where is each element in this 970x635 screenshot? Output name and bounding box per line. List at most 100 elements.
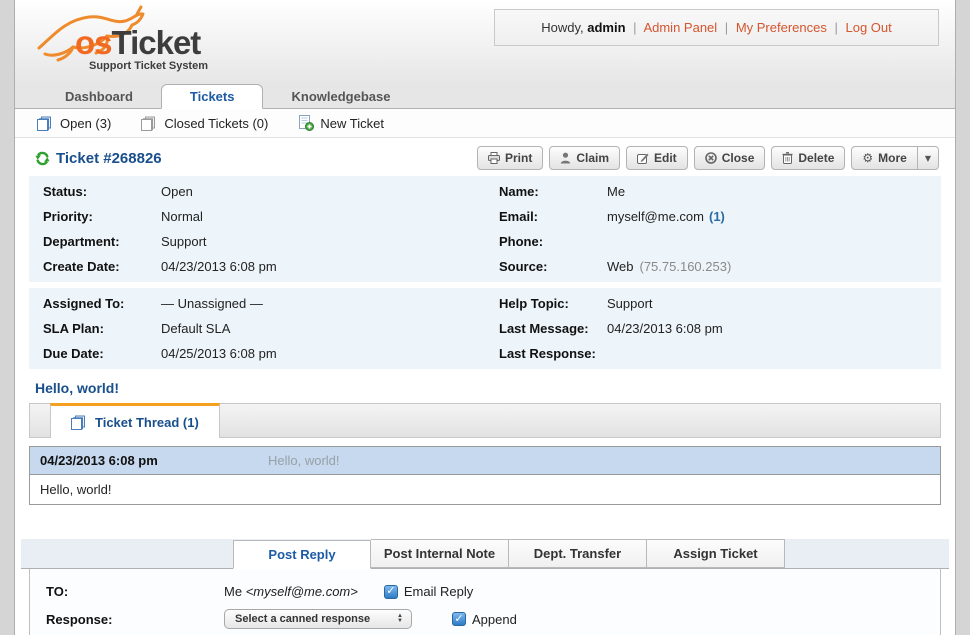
thread-pages-icon (71, 415, 85, 430)
chevron-down-icon: ▼ (924, 153, 931, 163)
admin-panel-link[interactable]: Admin Panel (643, 20, 717, 35)
status-row: Status: Open (29, 179, 485, 204)
message-title: Hello, world! (268, 453, 340, 468)
sla-plan-label: SLA Plan: (43, 321, 104, 336)
last-message-value: 04/23/2013 6:08 pm (607, 321, 723, 336)
append-option: ✓ Append (452, 612, 517, 627)
open-tickets-link[interactable]: Open (3) (37, 116, 111, 131)
gear-icon: ⚙ (862, 151, 874, 165)
reply-tab-bar: Post Reply Post Internal Note Dept. Tran… (21, 539, 949, 569)
tab-dept-transfer[interactable]: Dept. Transfer (509, 539, 647, 568)
due-date-value: 04/25/2013 6:08 pm (161, 346, 277, 361)
sla-plan-value: Default SLA (161, 321, 231, 336)
thread-message: 04/23/2013 6:08 pm Hello, world! Hello, … (29, 446, 941, 505)
canned-response-value: Select a canned response (235, 613, 371, 625)
print-button[interactable]: Print (476, 146, 544, 170)
source-ip: (75.75.160.253) (639, 259, 732, 274)
claim-label: Claim (576, 151, 610, 165)
username: admin (587, 20, 626, 35)
trash-icon (782, 152, 793, 164)
help-topic-label: Help Topic: (499, 296, 569, 311)
ticket-actions: Print Claim Edit Close Delete ⚙ More ▼ (476, 146, 939, 170)
priority-label: Priority: (43, 209, 93, 224)
to-label: TO: (46, 584, 69, 599)
to-row: TO: Me <myself@me.com> ✓ Email Reply (30, 579, 940, 604)
greeting-text: Howdy, (541, 20, 584, 35)
to-email: <myself@me.com> (245, 584, 358, 599)
source-label: Source: (499, 259, 548, 274)
header: osTicket Support Ticket System Howdy, ad… (15, 0, 955, 84)
tab-dashboard[interactable]: Dashboard (37, 85, 161, 108)
separator: | (834, 20, 838, 35)
append-checkbox[interactable]: ✓ (452, 612, 466, 626)
close-ticket-icon (704, 152, 717, 164)
to-name: Me (224, 584, 243, 599)
more-button-group: ⚙ More ▼ (851, 146, 939, 170)
tab-post-internal-note[interactable]: Post Internal Note (371, 539, 509, 568)
message-header: 04/23/2013 6:08 pm Hello, world! (30, 447, 940, 475)
tab-assign-ticket[interactable]: Assign Ticket (647, 539, 785, 568)
logo-subtitle: Support Ticket System (89, 60, 208, 72)
ticket-subject: Hello, world! (35, 380, 119, 396)
edit-button[interactable]: Edit (626, 146, 688, 170)
log-out-link[interactable]: Log Out (846, 20, 892, 35)
last-response-row: Last Response: (485, 341, 941, 366)
logo-wordmark: osTicket (75, 24, 201, 62)
info-left: Status: Open Priority: Normal Department… (29, 179, 485, 279)
osticket-logo: osTicket Support Ticket System (33, 2, 263, 82)
name-value: Me (607, 184, 626, 199)
email-row: Email: myself@me.com (1) (485, 204, 941, 229)
department-row: Department: Support (29, 229, 485, 254)
priority-value: Normal (161, 209, 203, 224)
claim-button[interactable]: Claim (549, 146, 621, 170)
canned-response-select[interactable]: Select a canned response ▲ ▼ (224, 609, 412, 629)
close-button[interactable]: Close (693, 146, 766, 170)
delete-button[interactable]: Delete (771, 146, 846, 170)
email-reply-label: Email Reply (403, 584, 474, 599)
user-icon (561, 152, 571, 164)
email-reply-option: ✓ Email Reply (383, 584, 474, 599)
print-label: Print (504, 151, 533, 165)
create-date-label: Create Date: (43, 259, 120, 274)
select-spinner-icon: ▲ ▼ (397, 613, 403, 624)
new-ticket-link[interactable]: New Ticket (298, 115, 384, 131)
refresh-icon[interactable] (35, 151, 50, 166)
more-dropdown-button[interactable]: ▼ (917, 146, 939, 170)
create-date-value: 04/23/2013 6:08 pm (161, 259, 277, 274)
help-topic-value: Support (607, 296, 653, 311)
email-reply-checkbox[interactable]: ✓ (383, 584, 398, 599)
status-value: Open (161, 184, 193, 199)
message-body: Hello, world! (30, 475, 940, 504)
edit-label: Edit (654, 151, 677, 165)
email-ticket-count-link[interactable]: (1) (709, 208, 725, 225)
new-ticket-icon (299, 115, 315, 131)
assigned-to-row: Assigned To: — Unassigned — (29, 291, 485, 316)
name-label: Name: (499, 184, 539, 199)
department-label: Department: (43, 234, 120, 249)
ticket-assignment-panel: Assigned To: — Unassigned — SLA Plan: De… (29, 288, 941, 369)
closed-tickets-link[interactable]: Closed Tickets (0) (141, 116, 268, 131)
more-label: More (878, 151, 907, 165)
response-row: Response: Select a canned response ▲ ▼ ✓ … (30, 604, 940, 634)
my-preferences-link[interactable]: My Preferences (736, 20, 827, 35)
tab-knowledgebase[interactable]: Knowledgebase (263, 85, 418, 108)
close-label: Close (721, 151, 755, 165)
due-date-row: Due Date: 04/25/2013 6:08 pm (29, 341, 485, 366)
print-icon (487, 152, 500, 164)
assigned-to-value: — Unassigned — (161, 296, 263, 311)
last-response-label: Last Response: (499, 346, 596, 361)
ticket-content: Ticket #268826 Print Claim Edit Close De… (15, 146, 955, 635)
main-tab-bar: Dashboard Tickets Knowledgebase (15, 84, 955, 109)
email-label: Email: (499, 209, 539, 224)
assignment-left: Assigned To: — Unassigned — SLA Plan: De… (29, 291, 485, 366)
email-value: myself@me.com (607, 209, 704, 224)
status-label: Status: (43, 184, 88, 199)
due-date-label: Due Date: (43, 346, 104, 361)
source-row: Source: Web (75.75.160.253) (485, 254, 941, 279)
department-value: Support (161, 234, 207, 249)
tab-post-reply[interactable]: Post Reply (233, 540, 371, 569)
tab-tickets[interactable]: Tickets (160, 84, 264, 109)
more-button[interactable]: ⚙ More (851, 146, 918, 170)
tab-ticket-thread[interactable]: Ticket Thread (1) (50, 403, 220, 438)
source-value: Web (607, 259, 634, 274)
